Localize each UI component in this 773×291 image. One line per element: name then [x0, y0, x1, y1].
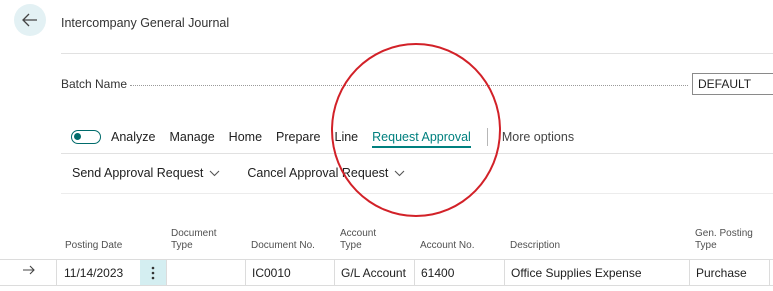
- cell-posting-date[interactable]: 11/14/2023: [64, 262, 123, 284]
- action-prepare[interactable]: Prepare: [276, 130, 320, 144]
- column-header-gen-posting-type-line2: Type: [695, 240, 717, 251]
- header-divider: [61, 53, 773, 54]
- batch-name-leader: [130, 85, 688, 86]
- column-header-gen-posting-type[interactable]: Gen. Posting Type: [695, 228, 753, 252]
- cell-border: [414, 260, 415, 285]
- cancel-approval-request-label: Cancel Approval Request: [247, 166, 389, 180]
- vertical-ellipsis-icon: [151, 266, 155, 279]
- sub-action-bar: Send Approval Request Cancel Approval Re…: [72, 166, 432, 180]
- cell-border: [769, 260, 770, 285]
- action-home[interactable]: Home: [229, 130, 262, 144]
- analyze-label[interactable]: Analyze: [111, 130, 155, 144]
- cell-border: [245, 260, 246, 285]
- more-options-button[interactable]: More options: [502, 130, 574, 144]
- send-approval-request-button[interactable]: Send Approval Request: [72, 166, 220, 180]
- batch-name-label: Batch Name: [61, 77, 128, 91]
- batch-name-field[interactable]: DEFAULT: [692, 73, 773, 95]
- cell-border: [334, 260, 335, 285]
- column-header-account-type-line1: Account: [340, 228, 377, 239]
- cell-document-no[interactable]: IC0010: [252, 262, 291, 284]
- action-separator: [486, 128, 488, 146]
- column-header-account-type-line2: Type: [340, 240, 362, 251]
- action-manage[interactable]: Manage: [169, 130, 214, 144]
- arrow-right-icon: [23, 265, 35, 275]
- column-header-posting-date[interactable]: Posting Date: [65, 240, 122, 252]
- chevron-down-icon: [209, 170, 220, 176]
- cell-border: [689, 260, 690, 285]
- cell-account-no[interactable]: 61400: [421, 262, 454, 284]
- action-bar: Analyze Manage Home Prepare Line Request…: [71, 124, 574, 150]
- action-line[interactable]: Line: [335, 130, 359, 144]
- arrow-left-icon: [22, 13, 37, 27]
- row-indicator: [22, 263, 35, 278]
- analyze-toggle[interactable]: [71, 130, 101, 144]
- back-button[interactable]: [14, 4, 46, 36]
- table-row-divider: [0, 285, 773, 286]
- column-header-document-no[interactable]: Document No.: [251, 240, 315, 252]
- row-menu-button[interactable]: [140, 260, 166, 285]
- cancel-approval-request-button[interactable]: Cancel Approval Request: [247, 166, 405, 180]
- column-header-account-no[interactable]: Account No.: [420, 240, 474, 252]
- cell-account-type[interactable]: G/L Account: [341, 262, 406, 284]
- cell-border: [166, 260, 167, 285]
- cell-description[interactable]: Office Supplies Expense: [511, 262, 642, 284]
- column-header-document-type-line1: Document: [171, 228, 217, 239]
- chevron-down-icon: [395, 170, 405, 176]
- table-header-divider: [0, 259, 773, 260]
- cell-border: [504, 260, 505, 285]
- cell-gen-posting-type[interactable]: Purchase: [696, 262, 747, 284]
- send-approval-request-label: Send Approval Request: [72, 166, 204, 180]
- subbar-divider: [61, 193, 773, 194]
- column-header-document-type-line2: Type: [171, 240, 193, 251]
- actionbar-divider: [61, 153, 773, 154]
- column-header-document-type[interactable]: Document Type: [171, 228, 217, 252]
- action-request-approval[interactable]: Request Approval: [372, 130, 471, 148]
- page-title: Intercompany General Journal: [61, 16, 230, 30]
- column-header-description[interactable]: Description: [510, 240, 560, 252]
- cell-border: [56, 260, 57, 285]
- column-header-account-type[interactable]: Account Type: [340, 228, 376, 252]
- toggle-knob: [74, 133, 81, 140]
- column-header-gen-posting-type-line1: Gen. Posting: [695, 228, 753, 239]
